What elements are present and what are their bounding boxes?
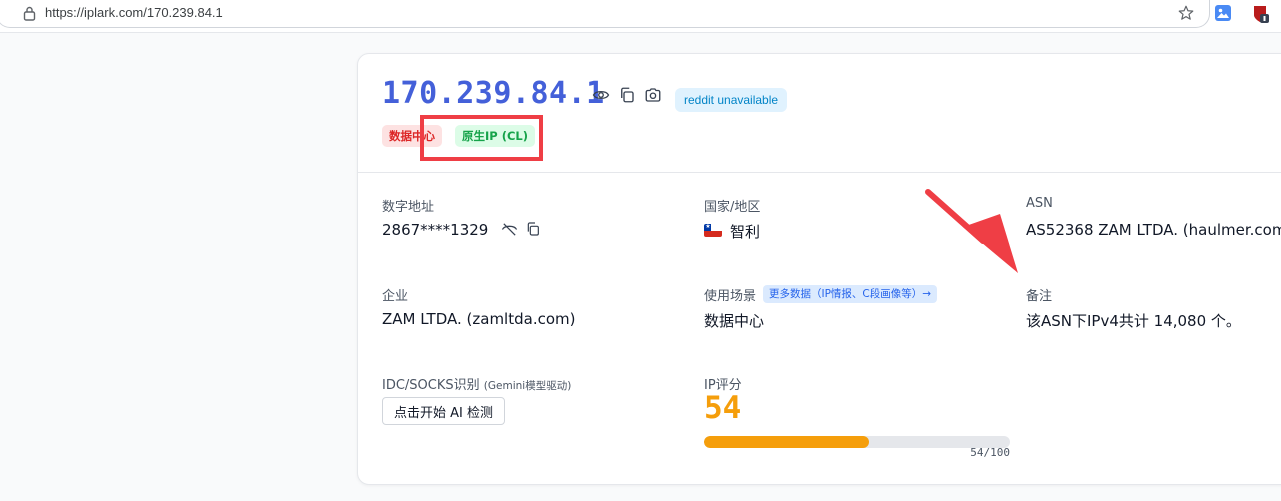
camera-icon[interactable] <box>644 86 662 104</box>
usage-value: 数据中心 <box>704 312 765 330</box>
ip-score-bar-fill <box>704 436 870 448</box>
company-label: 企业 <box>382 289 409 304</box>
reddit-status-badge: reddit unavailable <box>675 88 788 112</box>
copy-numeric-icon[interactable] <box>525 221 541 237</box>
annotation-arrow-icon <box>925 189 1018 273</box>
eye-icon[interactable] <box>592 86 610 104</box>
note-value: 该ASN下IPv4共计 14,080 个。 <box>1026 312 1241 330</box>
idc-sub-label: (Gemini模型驱动) <box>483 380 572 392</box>
idc-label-text: IDC/SOCKS识别 <box>382 378 480 393</box>
copy-icon[interactable] <box>618 86 636 104</box>
extension-photo-icon[interactable] <box>1215 5 1231 21</box>
country-value: 智利 <box>730 223 761 241</box>
asn-value[interactable]: AS52368 ZAM LTDA. (haulmer.com) <box>1026 221 1281 239</box>
extension-shield-icon[interactable] <box>1251 4 1269 24</box>
browser-toolbar: https://iplark.com/170.239.84.1 <box>0 0 1281 33</box>
start-ai-detect-button[interactable]: 点击开始 AI 检测 <box>382 397 505 425</box>
note-label: 备注 <box>1026 289 1053 304</box>
bookmark-star-icon[interactable] <box>1177 4 1195 22</box>
ip-info-card: 170.239.84.1 reddit unavailable 数据中心 原生I… <box>357 53 1281 485</box>
asn-label: ASN <box>1026 196 1053 211</box>
ip-score-value: 54 <box>704 390 742 426</box>
eye-off-icon[interactable] <box>501 221 518 238</box>
address-bar[interactable]: https://iplark.com/170.239.84.1 <box>0 0 1210 28</box>
country-label: 国家/地区 <box>704 200 761 215</box>
ip-address-title: 170.239.84.1 <box>382 76 605 111</box>
ip-score-caption: 54/100 <box>970 446 1010 459</box>
lock-icon[interactable] <box>23 6 36 21</box>
company-value[interactable]: ZAM LTDA. (zamltda.com) <box>382 310 575 328</box>
chile-flag-icon: ★ <box>704 224 722 237</box>
annotation-highlight-box <box>420 115 543 161</box>
idc-detection-label: IDC/SOCKS识别 (Gemini模型驱动) <box>382 374 571 393</box>
header-divider <box>358 172 1281 173</box>
numeric-address-value: 2867****1329 <box>382 221 489 239</box>
more-data-link[interactable]: 更多数据（IP情报、C段画像等）→ <box>763 285 938 303</box>
numeric-address-label: 数字地址 <box>382 200 435 215</box>
usage-label: 使用场景 <box>704 289 757 304</box>
url-text[interactable]: https://iplark.com/170.239.84.1 <box>45 5 223 20</box>
